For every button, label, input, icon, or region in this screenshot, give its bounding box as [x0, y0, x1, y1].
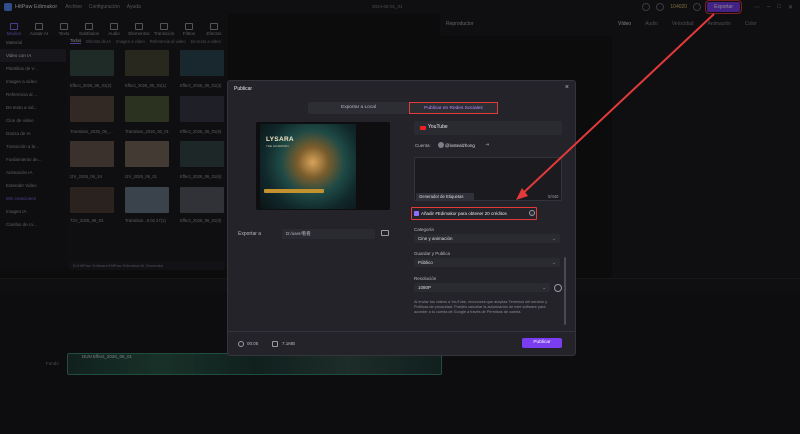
export-path-field[interactable]: D:/user/看看	[282, 229, 375, 239]
category-select[interactable]: Cine y animación ⌄	[414, 234, 560, 243]
clock-icon	[238, 341, 244, 347]
visibility-select[interactable]: Público ⌄	[414, 258, 560, 267]
terms-text: Al enviar tus videos a YouTube, reconoce…	[414, 300, 548, 315]
tab-export-local[interactable]: Exportar a Local	[308, 102, 409, 114]
folder-icon[interactable]	[381, 230, 389, 236]
category-value: Cine y animación	[418, 236, 453, 241]
duration: 00:05	[247, 341, 259, 346]
account-name: @lostealzhong	[445, 143, 475, 148]
chevron-down-icon: ⌄	[542, 285, 546, 290]
account-avatar	[438, 142, 444, 148]
chevron-down-icon: ⌄	[552, 236, 556, 241]
visibility-value: Público	[418, 260, 433, 265]
watermark-label: Añadir #Edimakor para obtener 20 crédito…	[421, 211, 507, 216]
platform-label: YouTube	[428, 124, 448, 130]
close-icon[interactable]: ×	[565, 84, 569, 91]
app-window: HitPaw Edimakor Archivo Configuración Ay…	[0, 0, 800, 434]
dialog-scrollbar[interactable]	[564, 257, 566, 325]
gear-icon[interactable]	[554, 284, 562, 292]
resolution-label: Resolución	[414, 276, 437, 281]
preview-subtitle: THE GUARDIAN	[266, 144, 289, 148]
publish-dialog: Publicar × Exportar a Local Publicar en …	[227, 80, 576, 356]
account-label: Cuenta:	[415, 143, 431, 148]
export-to-label: Exportar a	[238, 231, 262, 237]
info-icon[interactable]: i	[529, 210, 535, 216]
file-size: 7.1MB	[282, 341, 296, 346]
tab-publish-social[interactable]: Publicar en Redes Sociales	[409, 102, 498, 114]
char-counter: 0/440	[548, 194, 559, 199]
youtube-icon	[420, 126, 426, 130]
file-size-icon	[272, 341, 278, 347]
resolution-select[interactable]: 1080P ⌄	[414, 283, 550, 292]
footer-divider	[228, 331, 575, 332]
dialog-title: Publicar	[234, 86, 253, 92]
category-label: Categoría	[414, 227, 434, 232]
watermark-checkbox[interactable]	[414, 211, 419, 216]
switch-account-icon[interactable]: ⇥	[485, 142, 489, 148]
resolution-value: 1080P	[418, 285, 432, 290]
preview-title: LYSARA	[266, 136, 294, 143]
visibility-label: Guardar y Publica	[414, 251, 451, 256]
preview-banner	[264, 189, 324, 193]
tag-generator-button[interactable]: Generador de Etiquetas	[416, 193, 474, 201]
publish-button[interactable]: Publicar	[522, 338, 562, 348]
chevron-down-icon: ⌄	[552, 260, 556, 265]
